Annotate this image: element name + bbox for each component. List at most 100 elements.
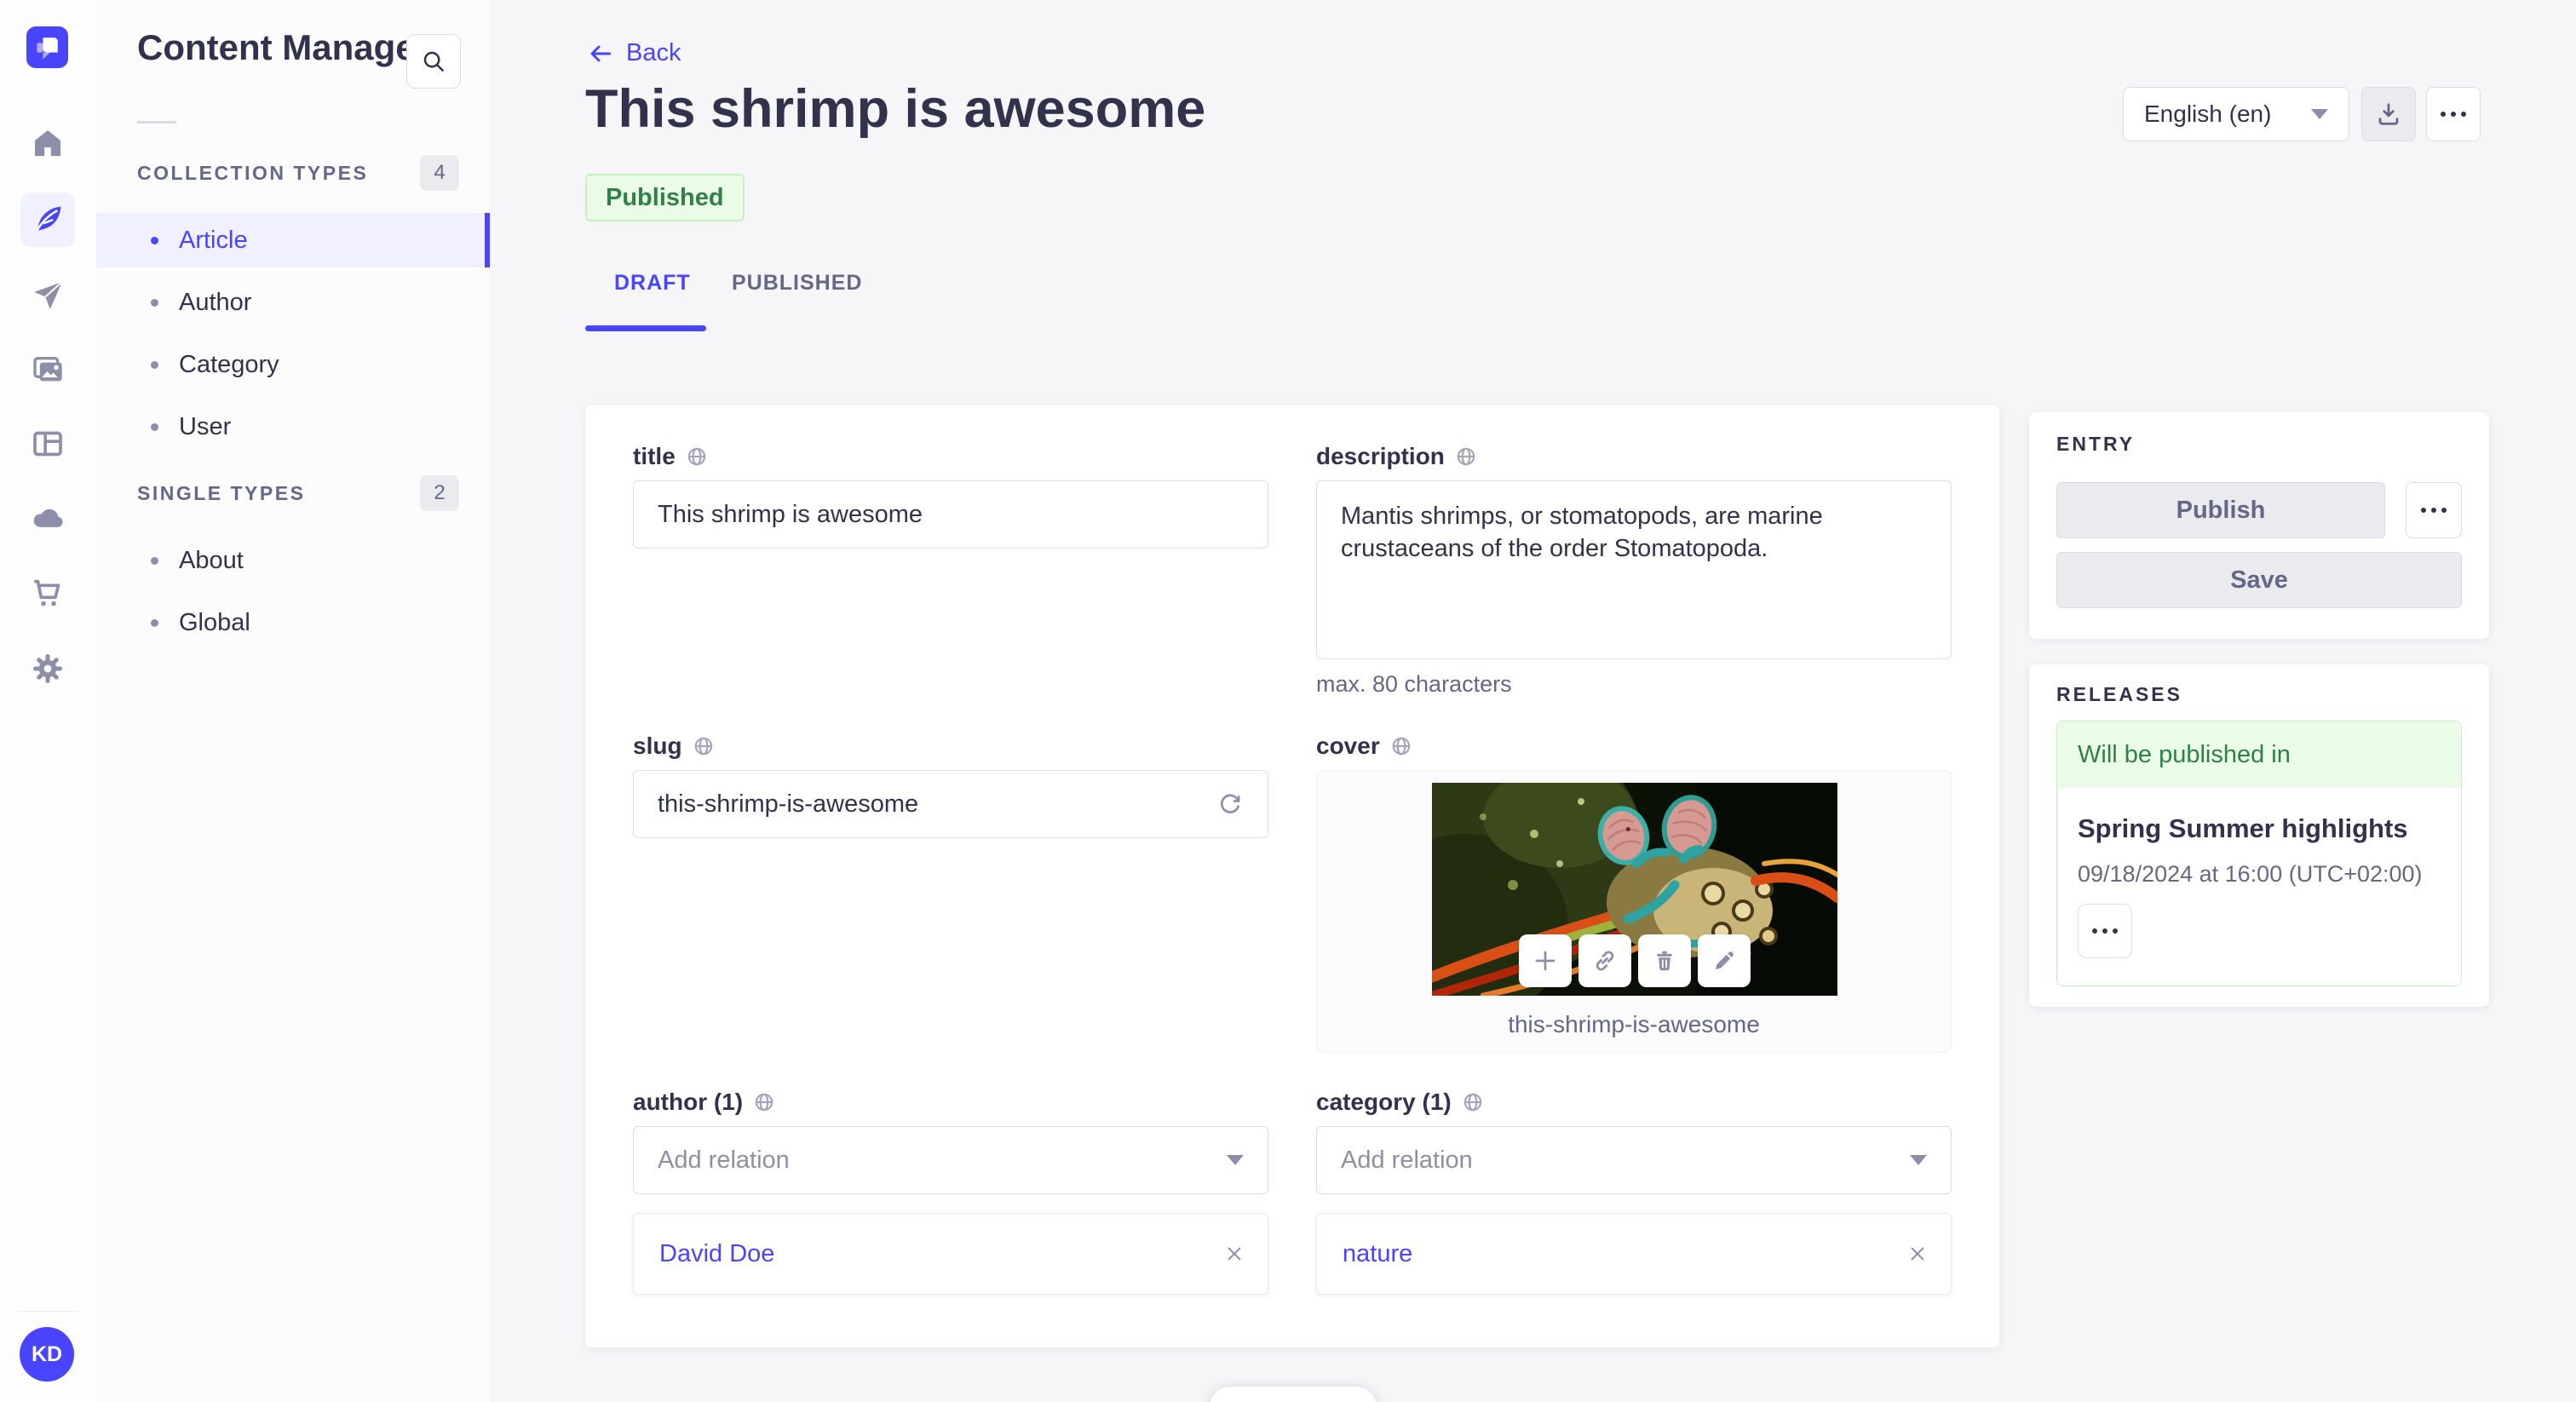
entry-more-button[interactable] [2406,482,2462,538]
user-avatar[interactable]: KD [20,1327,74,1382]
release-more-button[interactable] [2078,904,2132,958]
collection-types-count-badge: 4 [420,155,459,191]
cloud-icon [33,509,63,527]
download-icon [2378,103,2399,125]
section-label-collection-types: COLLECTION TYPES [137,162,369,184]
chevron-down-icon [1910,1155,1927,1165]
home-icon [35,130,60,156]
export-button[interactable] [2361,87,2416,141]
locale-select[interactable]: English (en) [2123,87,2349,141]
release-body: Spring Summer highlights 09/18/2024 at 1… [2057,788,2461,985]
bullet-icon [151,298,158,307]
rail-item-content-type-builder[interactable] [20,417,75,471]
subnav-divider [137,121,176,124]
active-tab-underline [585,325,706,331]
close-icon[interactable] [1223,1243,1245,1265]
description-textarea[interactable]: Mantis shrimps, or stomatopods, are mari… [1316,480,1952,659]
sidebar-item-label: Category [179,350,279,378]
field-label-title: title [633,443,708,470]
tab-published[interactable]: PUBLISHED [732,271,862,296]
sidebar-item-article[interactable]: Article [96,213,490,267]
publish-button[interactable]: Publish [2056,482,2385,538]
release-card: Will be published in Spring Summer highl… [2056,721,2462,986]
cover-caption: this-shrimp-is-awesome [1508,1011,1760,1037]
category-relation-item: nature [1316,1213,1952,1295]
rail-item-cloud[interactable] [20,491,75,545]
release-date: 09/18/2024 at 16:00 (UTC+02:00) [2078,861,2423,887]
regenerate-icon[interactable] [1216,790,1244,818]
category-relation-link[interactable]: nature [1343,1240,1412,1268]
author-relation-combobox[interactable]: Add relation [633,1126,1268,1194]
release-title: Spring Summer highlights [2078,813,2408,843]
edit-media-button[interactable] [1698,934,1751,987]
sidebar-item-author[interactable]: Author [96,275,490,330]
more-dots-icon [2421,508,2447,513]
pencil-icon [1716,951,1734,969]
field-label-slug: slug [633,733,715,760]
trash-icon [1657,951,1672,971]
rail-item-settings[interactable] [20,641,75,696]
cover-media-card: this-shrimp-is-awesome [1316,770,1952,1053]
nav-rail: KD [0,0,97,1402]
more-dots-icon [2092,928,2118,934]
title-input[interactable]: This shrimp is awesome [633,480,1268,549]
globe-icon [1463,1093,1482,1112]
rail-item-marketplace[interactable] [20,566,75,620]
single-types-count-badge: 2 [420,475,459,511]
rail-item-releases[interactable] [20,268,75,323]
back-label: Back [626,39,681,66]
bullet-icon [151,360,158,369]
feather-pen-icon [35,206,61,232]
release-status: Will be published in [2057,721,2461,788]
copy-link-button[interactable] [1578,934,1631,987]
shopping-cart-icon [34,579,60,606]
save-button[interactable]: Save [2056,552,2462,608]
entry-panel-heading: ENTRY [2056,433,2136,455]
description-value: Mantis shrimps, or stomatopods, are mari… [1341,503,1823,562]
close-icon[interactable] [1906,1243,1929,1265]
bullet-icon [151,236,158,244]
floating-widget-handle[interactable] [1210,1387,1377,1402]
bullet-icon [151,422,158,431]
header-more-button[interactable] [2426,87,2481,141]
link-icon [1596,951,1614,971]
field-label-category: category (1) [1316,1089,1484,1116]
slug-input[interactable]: this-shrimp-is-awesome [633,770,1268,838]
bullet-icon [151,618,158,627]
layout-icon [33,431,62,457]
back-link[interactable]: Back [587,39,681,67]
globe-icon [694,737,712,756]
category-relation-combobox[interactable]: Add relation [1316,1126,1952,1194]
field-label-author: author (1) [633,1089,775,1116]
releases-panel-heading: RELEASES [2056,683,2182,705]
rail-divider [17,1311,79,1312]
rail-item-media-library[interactable] [20,342,75,397]
delete-media-button[interactable] [1638,934,1691,987]
rail-item-home[interactable] [20,116,75,170]
author-relation-link[interactable]: David Doe [659,1240,774,1268]
locale-selected-value: English (en) [2144,101,2272,127]
sidebar-item-label: About [179,546,244,574]
description-hint: max. 80 characters [1316,671,1512,697]
globe-icon [1457,447,1475,466]
app-window: KD Content Manager COLLECTION TYPES 4 Ar… [0,0,2576,1402]
entry-panel: ENTRY Publish Save [2029,412,2489,639]
main-content: Back English (en) This shrimp is awesome… [490,0,2576,1402]
releases-panel: RELEASES Will be published in Spring Sum… [2029,664,2489,1007]
plus-icon [1535,951,1555,971]
chevron-down-icon [2311,109,2328,119]
status-badge: Published [585,174,745,221]
add-media-button[interactable] [1519,934,1572,987]
strapi-logo[interactable] [26,26,68,68]
sidebar-item-user[interactable]: User [96,399,490,454]
tab-draft[interactable]: DRAFT [614,271,691,296]
collection-types-list: Article Author Category User [96,213,490,454]
single-types-list: About Global [96,533,490,650]
sidebar-item-global[interactable]: Global [96,595,490,650]
search-button[interactable] [406,34,461,89]
more-dots-icon [2441,112,2466,117]
sidebar-item-category[interactable]: Category [96,337,490,392]
rail-item-content-manager[interactable] [20,192,75,247]
sidebar-item-about[interactable]: About [96,533,490,588]
media-library-icon [33,357,62,382]
